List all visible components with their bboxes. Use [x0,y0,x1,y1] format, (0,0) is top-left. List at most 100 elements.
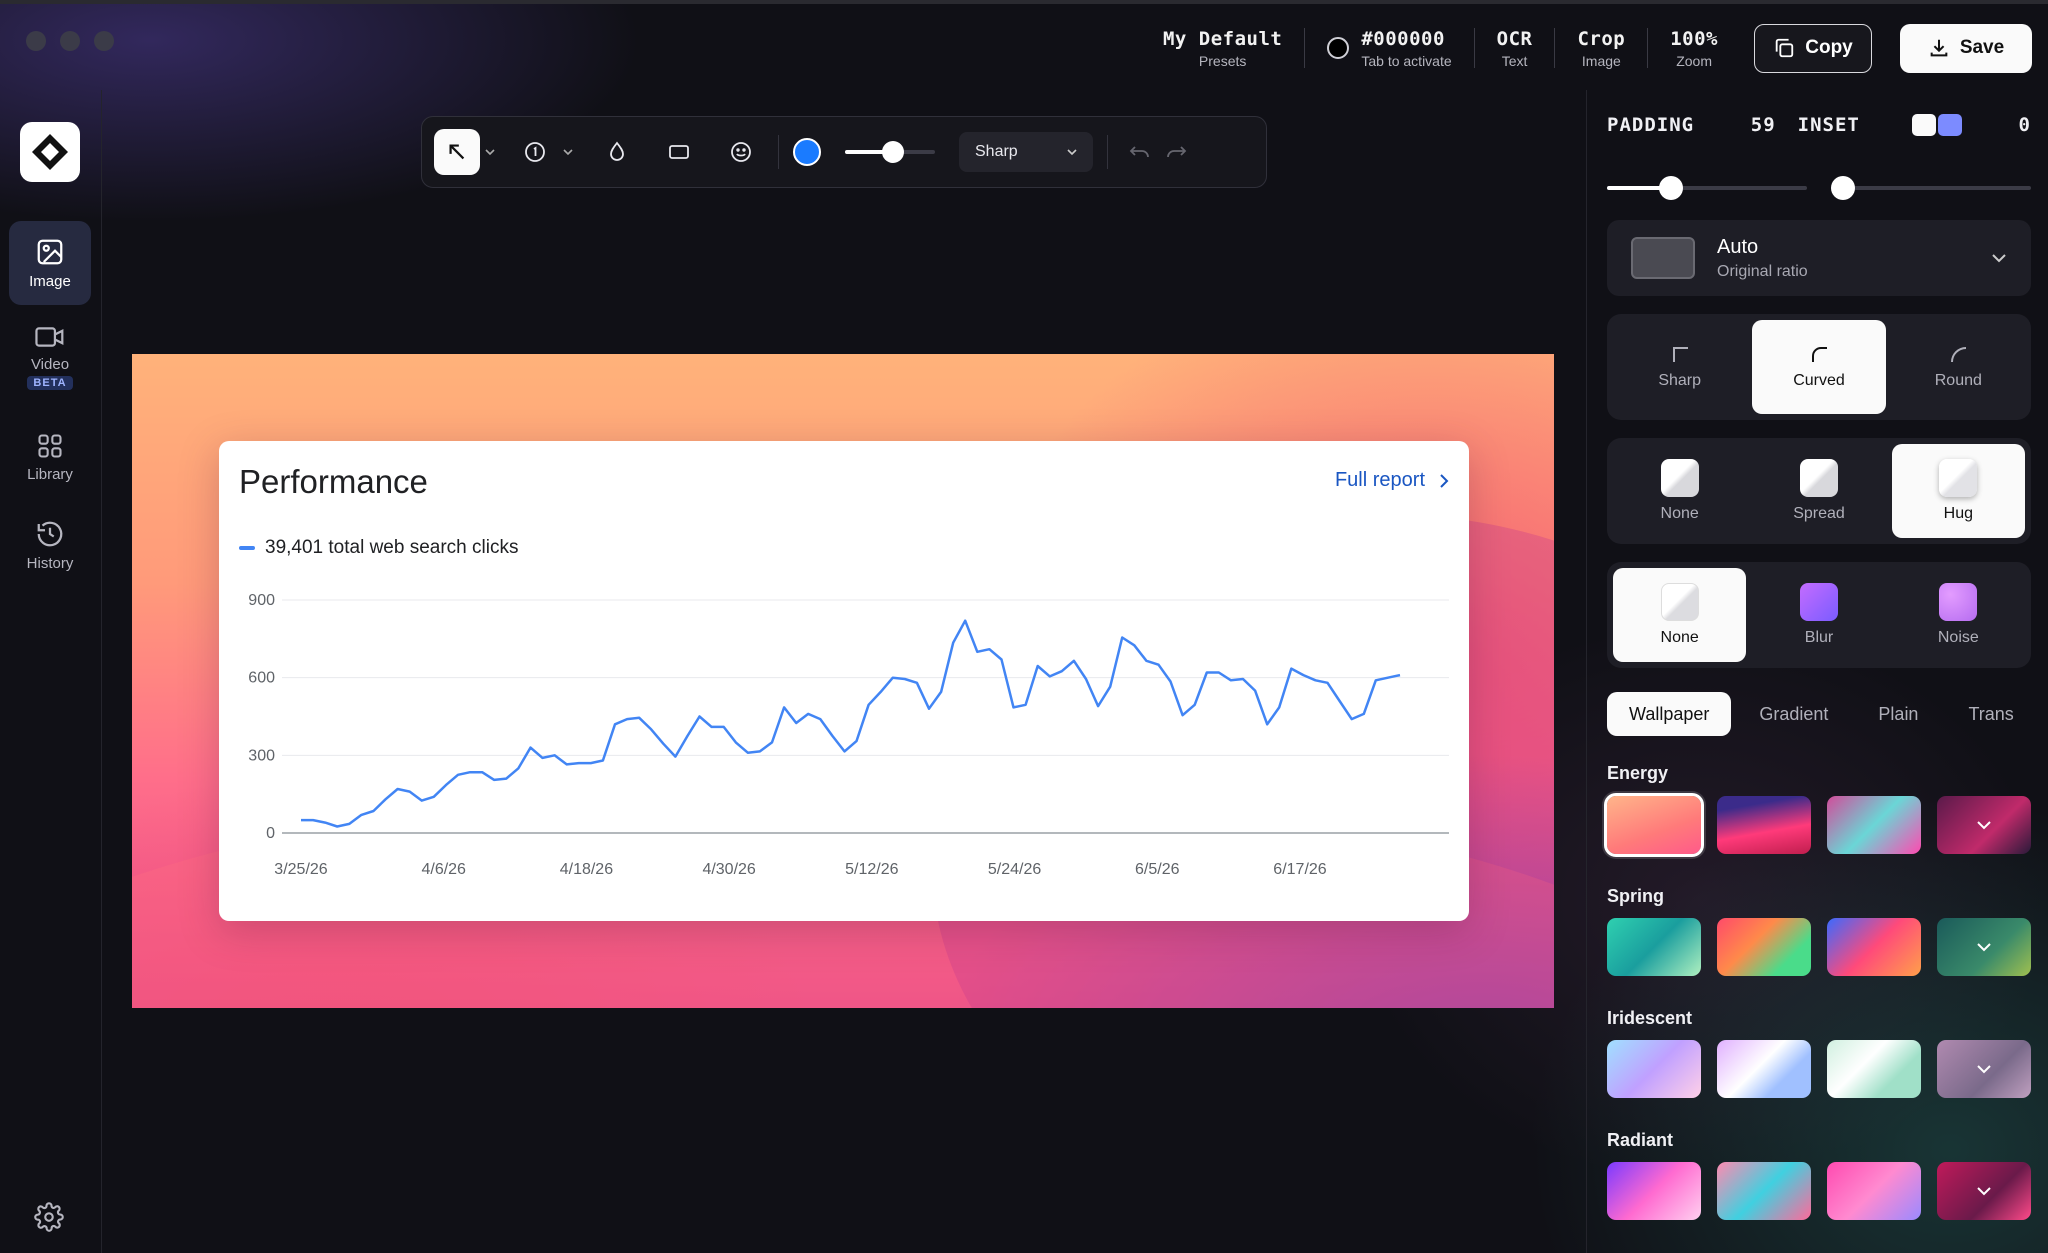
tab-transparent[interactable]: Trans [1946,692,2013,736]
maximize-window-button[interactable] [94,31,114,51]
slider-track [1831,186,2031,190]
category-title-spring: Spring [1607,886,1664,906]
ratio-title: Auto [1717,235,1759,258]
ocr-value: OCR [1496,27,1533,50]
counter-icon [525,142,545,162]
zoom-button[interactable]: 100% Zoom [1648,24,1740,72]
wallpaper-swatch[interactable] [1717,1040,1811,1098]
arrow-tool-button[interactable] [434,129,480,175]
corner-round-option[interactable]: Round [1892,320,2025,414]
slider-knob[interactable] [881,141,904,163]
tab-wallpaper[interactable]: Wallpaper [1607,692,1732,736]
slider-knob[interactable] [1659,176,1683,200]
inset-slider[interactable] [1831,174,2031,202]
stroke-width-slider[interactable] [845,138,935,166]
redo-button[interactable] [1158,129,1194,175]
more-energy-button[interactable] [1937,796,2031,854]
category-title-radiant: Radiant [1607,1130,1674,1150]
wallpaper-swatch[interactable] [1717,1162,1811,1220]
divider [778,135,779,169]
ocr-label: Text [1501,52,1528,69]
padding-slider[interactable] [1607,174,1807,202]
shadow-none-icon [1660,459,1699,497]
undo-button[interactable] [1122,129,1158,175]
annotation-color-button[interactable] [793,138,821,166]
wallpaper-swatch[interactable] [1607,1040,1701,1098]
x-tick-label: 5/12/26 [845,861,898,878]
shadow-hug-option[interactable]: Hug [1891,444,2025,538]
corner-curved-option[interactable]: Curved [1752,320,1886,414]
tab-plain[interactable]: Plain [1856,692,1940,736]
option-label: Hug [1943,505,1973,522]
sidebar-item-video[interactable]: Video BETA [9,315,91,399]
settings-button[interactable] [34,1202,64,1237]
effect-none-option[interactable]: None [1613,568,1747,662]
style-dropdown[interactable]: Sharp [959,132,1093,172]
slider-knob[interactable] [1831,176,1855,200]
shadow-spread-option[interactable]: Spread [1752,444,1885,538]
close-window-button[interactable] [26,31,46,51]
corner-sharp-icon [1672,347,1688,362]
inset-blur-option[interactable] [1937,114,1962,136]
presets-button[interactable]: My Default Presets [1141,24,1304,72]
effect-noise-option[interactable]: Noise [1892,568,2025,662]
wallpaper-swatch[interactable] [1717,796,1811,854]
shadow-spread-icon [1799,459,1838,497]
wallpaper-swatch[interactable] [1827,796,1921,854]
blur-tool-button[interactable] [594,129,640,175]
sidebar-item-history[interactable]: History [9,503,91,587]
wallpaper-swatch[interactable] [1717,918,1811,976]
wallpaper-swatch[interactable] [1827,1040,1921,1098]
wallpaper-swatch[interactable] [1607,918,1701,976]
ratio-thumbnail [1631,237,1695,279]
wallpaper-swatch[interactable] [1604,793,1704,857]
counter-tool-button[interactable] [512,129,558,175]
effect-blur-option[interactable]: Blur [1752,568,1885,662]
tab-gradient[interactable]: Gradient [1737,692,1850,736]
x-tick-label: 6/5/26 [1135,861,1180,878]
color-picker-button[interactable]: #000000 Tab to activate [1305,24,1473,72]
app-logo [20,122,80,182]
divider [1107,135,1108,169]
effect-none-icon [1660,583,1699,621]
radiant-swatches [1607,1162,2031,1220]
chevron-down-icon [1977,1187,1991,1196]
rectangle-icon [669,145,689,159]
editor-canvas[interactable]: Performance Full report 39,401 total web… [132,354,1554,1008]
more-radiant-button[interactable] [1937,1162,2031,1220]
library-icon [38,433,62,458]
sidebar-item-library[interactable]: Library [9,415,91,499]
effect-noise-icon [1939,583,1978,621]
full-report-link[interactable]: Full report [1335,469,1449,492]
copy-button[interactable]: Copy [1754,23,1872,73]
wallpaper-swatch[interactable] [1827,918,1921,976]
wallpaper-swatch[interactable] [1827,1162,1921,1220]
copy-label: Copy [1805,37,1853,58]
inset-solid-option[interactable] [1911,114,1936,136]
gear-icon [34,1202,64,1232]
chevron-down-icon [1977,1065,1991,1074]
chart-legend: 39,401 total web search clicks [239,537,518,559]
more-iridescent-button[interactable] [1937,1040,2031,1098]
option-label: None [1660,629,1699,646]
minimize-window-button[interactable] [60,31,80,51]
corner-sharp-option[interactable]: Sharp [1613,320,1746,414]
legend-swatch [239,546,255,550]
emoji-tool-button[interactable] [718,129,764,175]
shadow-none-option[interactable]: None [1613,444,1746,538]
sidebar-item-image[interactable]: Image [9,221,91,305]
inset-mode-toggle[interactable] [1911,114,1962,136]
aspect-ratio-dropdown[interactable]: Auto Original ratio [1607,220,2031,296]
counter-options-button[interactable] [558,148,578,156]
rectangle-tool-button[interactable] [656,129,702,175]
save-button[interactable]: Save [1900,23,2032,73]
color-swatch-icon [1327,37,1350,59]
arrow-options-button[interactable] [480,148,500,156]
crop-button[interactable]: Crop Image [1555,24,1647,72]
wallpaper-swatch[interactable] [1607,1162,1701,1220]
ocr-button[interactable]: OCR Text [1475,24,1555,72]
shadow-style-segment: None Spread Hug [1607,438,2031,544]
screenshot-card[interactable]: Performance Full report 39,401 total web… [219,441,1469,921]
more-spring-button[interactable] [1937,918,2031,976]
shadow-hug-icon [1939,459,1978,497]
